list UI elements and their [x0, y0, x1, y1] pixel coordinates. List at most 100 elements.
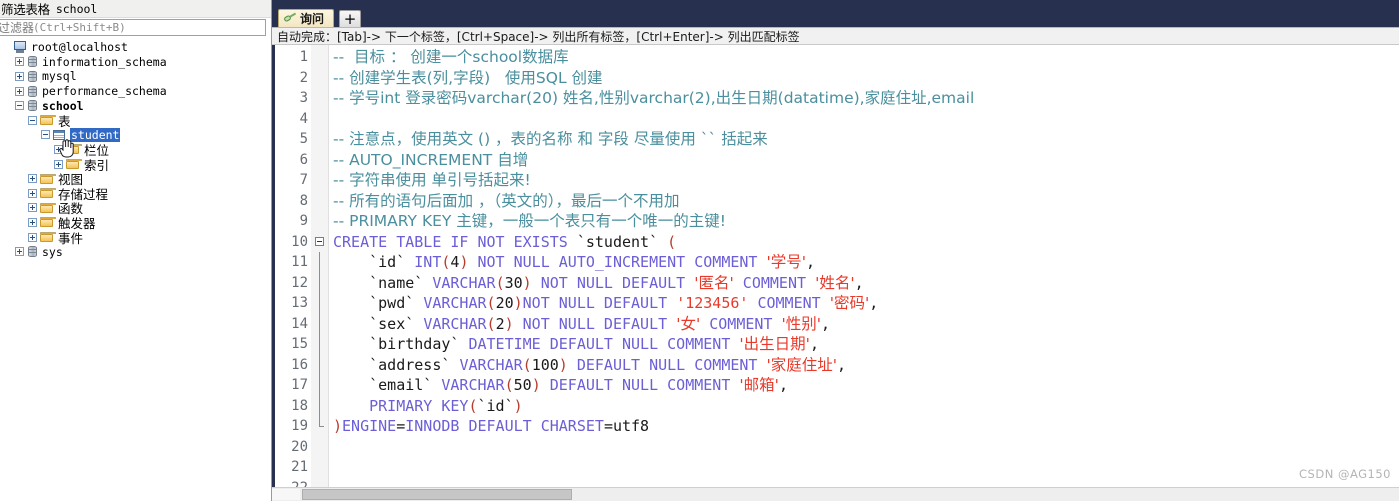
sql-editor[interactable]: 12345678910111213141516171819202122 -- 目…: [272, 45, 1399, 487]
code-line[interactable]: -- AUTO_INCREMENT 自增: [333, 150, 1399, 171]
line-number: 10: [291, 233, 308, 250]
editor-horizontal-scrollbar[interactable]: [272, 487, 1399, 501]
code-line[interactable]: -- 注意点，使用英文 () ，表的名称 和 字段 尽量使用 `` 括起来: [333, 129, 1399, 150]
code-token-kw: NOT NULL DEFAULT: [522, 314, 677, 333]
tree-node-[interactable]: 索引: [0, 157, 271, 173]
code-token-kw: VARCHAR: [459, 355, 523, 374]
tree-expander-plus[interactable]: [28, 232, 37, 242]
code-line[interactable]: CREATE TABLE IF NOT EXISTS `student` (: [333, 232, 1399, 253]
fold-cell: [311, 313, 328, 334]
code-token-kw: CREATE TABLE IF NOT EXISTS: [333, 232, 577, 251]
filter-input[interactable]: 过滤器 (Ctrl+Shift+B): [0, 19, 266, 36]
code-token-kw: VARCHAR: [432, 273, 496, 292]
tree-node-information_schema[interactable]: information_schema: [0, 55, 271, 70]
tree-expander-plus[interactable]: [15, 71, 24, 81]
code-line[interactable]: -- 学号int 登录密码varchar(20) 姓名,性别varchar(2)…: [333, 88, 1399, 109]
fold-cell: [311, 334, 328, 355]
tree-expander-plus[interactable]: [54, 159, 63, 169]
line-number: 2: [299, 69, 308, 86]
tree-node-[interactable]: 触发器: [0, 215, 271, 231]
line-number: 13: [291, 295, 308, 311]
code-line[interactable]: [333, 457, 1399, 478]
code-line[interactable]: [333, 437, 1399, 458]
code-folding-column[interactable]: [311, 45, 329, 487]
tree-node-performance_schema[interactable]: performance_schema: [0, 84, 271, 99]
tree-node-[interactable]: 函数: [0, 201, 271, 216]
tree-expander-plus[interactable]: [28, 203, 37, 213]
code-token-comment: -- 学号int 登录密码varchar(20) 姓名,性别varchar(2)…: [333, 89, 975, 107]
fold-cell: [311, 416, 328, 437]
code-line[interactable]: [333, 109, 1399, 130]
tree-node-[interactable]: 存储过程: [0, 186, 271, 202]
code-line[interactable]: -- 字符串使用 单引号括起来!: [333, 170, 1399, 191]
server-icon: [14, 41, 27, 54]
code-token-kw: DATETIME DEFAULT NULL COMMENT: [468, 335, 740, 353]
code-line[interactable]: `name` VARCHAR(30) NOT NULL DEFAULT '匿名'…: [333, 273, 1399, 294]
code-line[interactable]: -- 所有的语句后面加 ，（英文的），最后一个不用加: [333, 191, 1399, 212]
tree-node-school[interactable]: school: [0, 98, 271, 113]
code-line[interactable]: `birthday` DATETIME DEFAULT NULL COMMENT…: [333, 334, 1399, 355]
sql-code-area[interactable]: -- 目标 ： 创建一个school数据库 -- 创建学生表(列,字段) 使用SQ…: [329, 45, 1399, 487]
code-line[interactable]: )ENGINE=INNODB DEFAULT CHARSET=utf8: [333, 416, 1399, 437]
code-token-punct: ,: [837, 355, 847, 374]
tree-node-[interactable]: 表: [0, 113, 271, 129]
tree-expander-plus[interactable]: [54, 144, 63, 154]
object-browser-sidebar: 筛选表格 school 过滤器 (Ctrl+Shift+B) root@loca…: [0, 0, 272, 501]
database-icon: [27, 245, 38, 258]
code-token-punct: =: [396, 417, 406, 435]
line-number: 12: [291, 274, 308, 291]
code-line[interactable]: `sex` VARCHAR(2) NOT NULL DEFAULT '女' CO…: [333, 314, 1399, 335]
tree-node-sys[interactable]: sys: [0, 244, 271, 259]
tree-node-mysql[interactable]: mysql: [0, 69, 271, 84]
tree-expander-plus[interactable]: [28, 188, 37, 198]
tree-node-rootlocalhost[interactable]: root@localhost: [0, 40, 271, 55]
code-line[interactable]: [333, 478, 1399, 488]
code-line[interactable]: -- 创建学生表(列,字段) 使用SQL 创建: [333, 68, 1399, 89]
tree-node-label: root@localhost: [31, 40, 128, 55]
tab-query[interactable]: 询问: [278, 9, 335, 27]
code-line[interactable]: `address` VARCHAR(100) DEFAULT NULL COMM…: [333, 355, 1399, 376]
code-token-paren: ): [513, 294, 523, 312]
code-token-paren: ): [531, 376, 550, 394]
fold-cell: [311, 395, 328, 416]
code-token-paren: (: [522, 355, 532, 374]
sidebar-title-label: 筛选表格: [1, 2, 50, 17]
tree-expander-minus[interactable]: [28, 115, 37, 125]
code-token-num: 30: [504, 273, 523, 292]
fold-collapse-icon[interactable]: [315, 236, 324, 246]
new-tab-button[interactable]: +: [339, 10, 362, 27]
line-number: 3: [299, 90, 308, 106]
tree-expander-minus[interactable]: [41, 130, 50, 140]
scrollbar-thumb[interactable]: [302, 489, 572, 500]
folder-icon: [40, 173, 56, 185]
tree-expander-minus[interactable]: [15, 101, 24, 111]
tree-expander-plus[interactable]: [28, 217, 37, 227]
tree-expander-plus[interactable]: [15, 86, 24, 96]
code-line[interactable]: `id` INT(4) NOT NULL AUTO_INCREMENT COMM…: [333, 252, 1399, 273]
code-token-id: `student`: [576, 232, 668, 251]
line-number-gutter: 12345678910111213141516171819202122: [275, 45, 311, 487]
code-line[interactable]: -- PRIMARY KEY 主键，一般一个表只有一个唯一的主键!: [333, 211, 1399, 232]
code-line[interactable]: `pwd` VARCHAR(20)NOT NULL DEFAULT '12345…: [333, 293, 1399, 314]
code-line[interactable]: -- 目标 ： 创建一个school数据库: [333, 47, 1399, 68]
database-icon: [27, 55, 38, 68]
code-token-str: '匿名': [694, 273, 734, 292]
tree-node-[interactable]: 事件: [0, 230, 271, 246]
code-line[interactable]: PRIMARY KEY(`id`): [333, 396, 1399, 417]
tree-node-[interactable]: 栏位: [0, 142, 271, 158]
line-number: 18: [291, 397, 308, 414]
tree-expander-plus[interactable]: [28, 174, 37, 184]
code-token-paren: (: [486, 294, 496, 312]
code-line[interactable]: `email` VARCHAR(50) DEFAULT NULL COMMENT…: [333, 375, 1399, 396]
code-token-str: '出生日期': [739, 335, 810, 353]
database-tree[interactable]: root@localhost information_schema mysql per…: [0, 38, 271, 501]
tree-expander-plus[interactable]: [15, 57, 24, 67]
tree-node-[interactable]: 视图: [0, 171, 271, 187]
code-token-punct: =: [603, 417, 613, 435]
tree-expander-plus[interactable]: [15, 247, 24, 257]
fold-cell: [311, 191, 328, 212]
code-token-paren: (: [504, 376, 514, 394]
folder-icon: [40, 114, 56, 126]
table-icon: [53, 129, 66, 141]
tree-node-student[interactable]: student: [0, 127, 271, 143]
